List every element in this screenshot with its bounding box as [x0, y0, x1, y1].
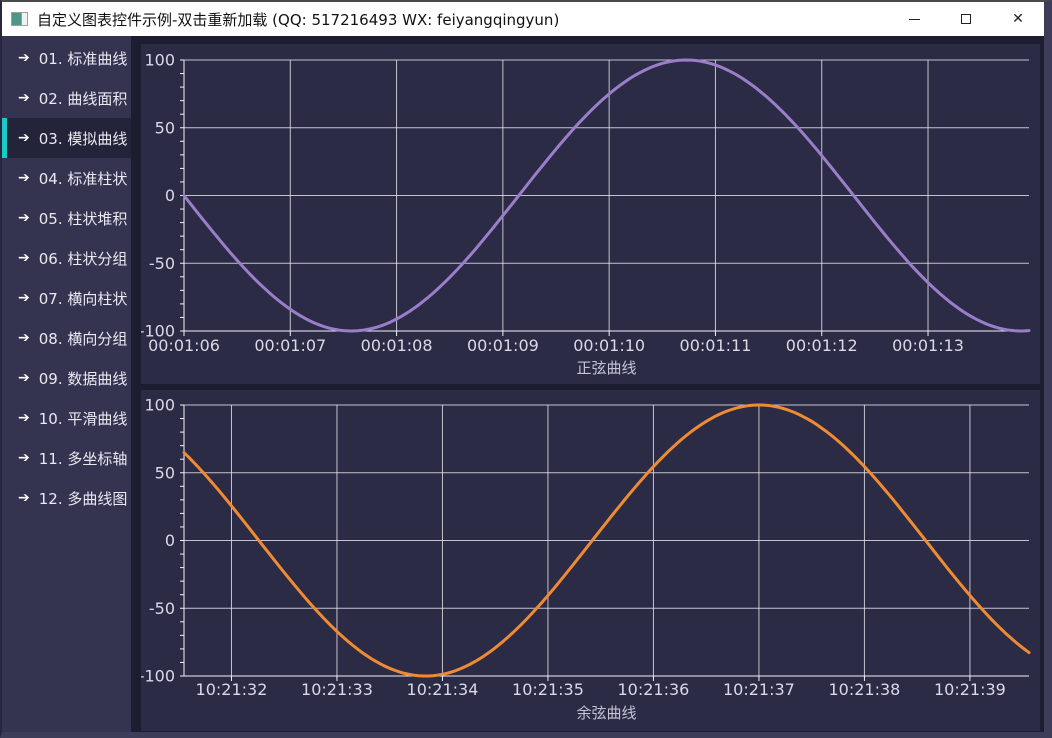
minimize-icon — [909, 19, 920, 20]
svg-text:50: 50 — [155, 463, 175, 482]
title-bar[interactable]: 自定义图表控件示例-双击重新加载 (QQ: 517216493 WX: feiy… — [2, 2, 1044, 36]
maximize-icon — [961, 14, 971, 24]
sidebar-item-12[interactable]: ➔ 12. 多曲线图 — [2, 478, 131, 518]
sidebar-item-label: 06. 柱状分组 — [39, 248, 128, 269]
svg-text:10:21:36: 10:21:36 — [618, 680, 690, 699]
sidebar-menu: ➔ 01. 标准曲线 ➔ 02. 曲线面积 ➔ 03. 模拟曲线 ➔ 04. 标准柱状 ➔ 05.… — [2, 36, 131, 732]
sidebar-item-08[interactable]: ➔ 08. 横向分组 — [2, 318, 131, 358]
arrow-right-icon: ➔ — [18, 131, 30, 145]
sidebar-item-label: 08. 横向分组 — [39, 328, 128, 349]
sidebar-item-02[interactable]: ➔ 02. 曲线面积 — [2, 78, 131, 118]
svg-text:10:21:39: 10:21:39 — [934, 680, 1006, 699]
sidebar-item-01[interactable]: ➔ 01. 标准曲线 — [2, 38, 131, 78]
sidebar-item-label: 03. 模拟曲线 — [39, 128, 128, 149]
svg-text:00:01:09: 00:01:09 — [467, 336, 539, 355]
cosine-chart-panel: -100 -50 0 50 100 10:21:32 10:21:33 10:21:34 10:… — [141, 390, 1040, 731]
chart-title: 余弦曲线 — [576, 704, 636, 722]
arrow-right-icon: ➔ — [18, 251, 30, 265]
app-window: 自定义图表控件示例-双击重新加载 (QQ: 517216493 WX: feiy… — [0, 0, 1052, 738]
close-button[interactable]: ✕ — [992, 2, 1044, 36]
svg-text:00:01:08: 00:01:08 — [361, 336, 433, 355]
arrow-right-icon: ➔ — [18, 331, 30, 345]
minimize-button[interactable] — [888, 2, 940, 36]
sidebar-item-label: 04. 标准柱状 — [39, 168, 128, 189]
window-controls: ✕ — [888, 2, 1044, 36]
svg-text:10:21:33: 10:21:33 — [301, 680, 373, 699]
svg-text:-50: -50 — [149, 254, 175, 273]
window-title: 自定义图表控件示例-双击重新加载 (QQ: 517216493 WX: feiy… — [37, 9, 559, 30]
sidebar-item-label: 11. 多坐标轴 — [39, 448, 128, 469]
svg-text:00:01:12: 00:01:12 — [786, 336, 858, 355]
arrow-right-icon: ➔ — [18, 91, 30, 105]
arrow-right-icon: ➔ — [18, 411, 30, 425]
sidebar-item-10[interactable]: ➔ 10. 平滑曲线 — [2, 398, 131, 438]
sidebar-item-label: 09. 数据曲线 — [39, 368, 128, 389]
maximize-button[interactable] — [940, 2, 992, 36]
sidebar-item-label: 05. 柱状堆积 — [39, 208, 128, 229]
svg-text:-100: -100 — [141, 667, 175, 686]
svg-text:10:21:38: 10:21:38 — [829, 680, 901, 699]
sidebar-item-03[interactable]: ➔ 03. 模拟曲线 — [2, 118, 131, 158]
arrow-right-icon: ➔ — [18, 211, 30, 225]
svg-text:100: 100 — [144, 51, 175, 70]
svg-text:00:01:13: 00:01:13 — [892, 336, 964, 355]
svg-text:0: 0 — [165, 186, 175, 205]
sidebar-item-07[interactable]: ➔ 07. 横向柱状 — [2, 278, 131, 318]
svg-text:0: 0 — [165, 531, 175, 550]
sine-chart-panel: -100-5005010000:01:0600:01:0700:01:0800:… — [141, 44, 1040, 384]
svg-text:10:21:35: 10:21:35 — [512, 680, 584, 699]
svg-text:-50: -50 — [149, 599, 175, 618]
sidebar-item-06[interactable]: ➔ 06. 柱状分组 — [2, 238, 131, 278]
arrow-right-icon: ➔ — [18, 171, 30, 185]
svg-text:10:21:37: 10:21:37 — [723, 680, 795, 699]
sidebar-item-04[interactable]: ➔ 04. 标准柱状 — [2, 158, 131, 198]
arrow-right-icon: ➔ — [18, 451, 30, 465]
main-area: ➔ 01. 标准曲线 ➔ 02. 曲线面积 ➔ 03. 模拟曲线 ➔ 04. 标准柱状 ➔ 05.… — [2, 36, 1044, 732]
svg-text:00:01:07: 00:01:07 — [254, 336, 326, 355]
arrow-right-icon: ➔ — [18, 291, 30, 305]
sidebar-item-label: 02. 曲线面积 — [39, 88, 128, 109]
sidebar-item-09[interactable]: ➔ 09. 数据曲线 — [2, 358, 131, 398]
app-icon — [11, 12, 28, 26]
svg-text:50: 50 — [155, 118, 175, 137]
cosine-chart[interactable]: -100 -50 0 50 100 10:21:32 10:21:33 10:21:34 10:… — [141, 390, 1040, 731]
sine-chart[interactable]: -100-5005010000:01:0600:01:0700:01:0800:… — [141, 44, 1040, 384]
chart-title: 正弦曲线 — [576, 359, 636, 377]
arrow-right-icon: ➔ — [18, 371, 30, 385]
sidebar-item-label: 12. 多曲线图 — [39, 488, 128, 509]
sidebar-item-11[interactable]: ➔ 11. 多坐标轴 — [2, 438, 131, 478]
svg-text:00:01:10: 00:01:10 — [573, 336, 645, 355]
svg-text:100: 100 — [144, 396, 175, 415]
sidebar-item-label: 07. 横向柱状 — [39, 288, 128, 309]
svg-text:10:21:34: 10:21:34 — [407, 680, 479, 699]
sidebar-item-label: 01. 标准曲线 — [39, 48, 128, 69]
svg-text:10:21:32: 10:21:32 — [196, 680, 268, 699]
sidebar-item-05[interactable]: ➔ 05. 柱状堆积 — [2, 198, 131, 238]
close-icon: ✕ — [1012, 12, 1024, 26]
arrow-right-icon: ➔ — [18, 51, 30, 65]
svg-text:00:01:06: 00:01:06 — [148, 336, 220, 355]
content-area: -100 -50 0 50 100 00:01:06 00:01:07 00:01:08 00:… — [131, 36, 1044, 732]
svg-text:00:01:11: 00:01:11 — [680, 336, 752, 355]
sidebar-item-label: 10. 平滑曲线 — [39, 408, 128, 429]
arrow-right-icon: ➔ — [18, 491, 30, 505]
